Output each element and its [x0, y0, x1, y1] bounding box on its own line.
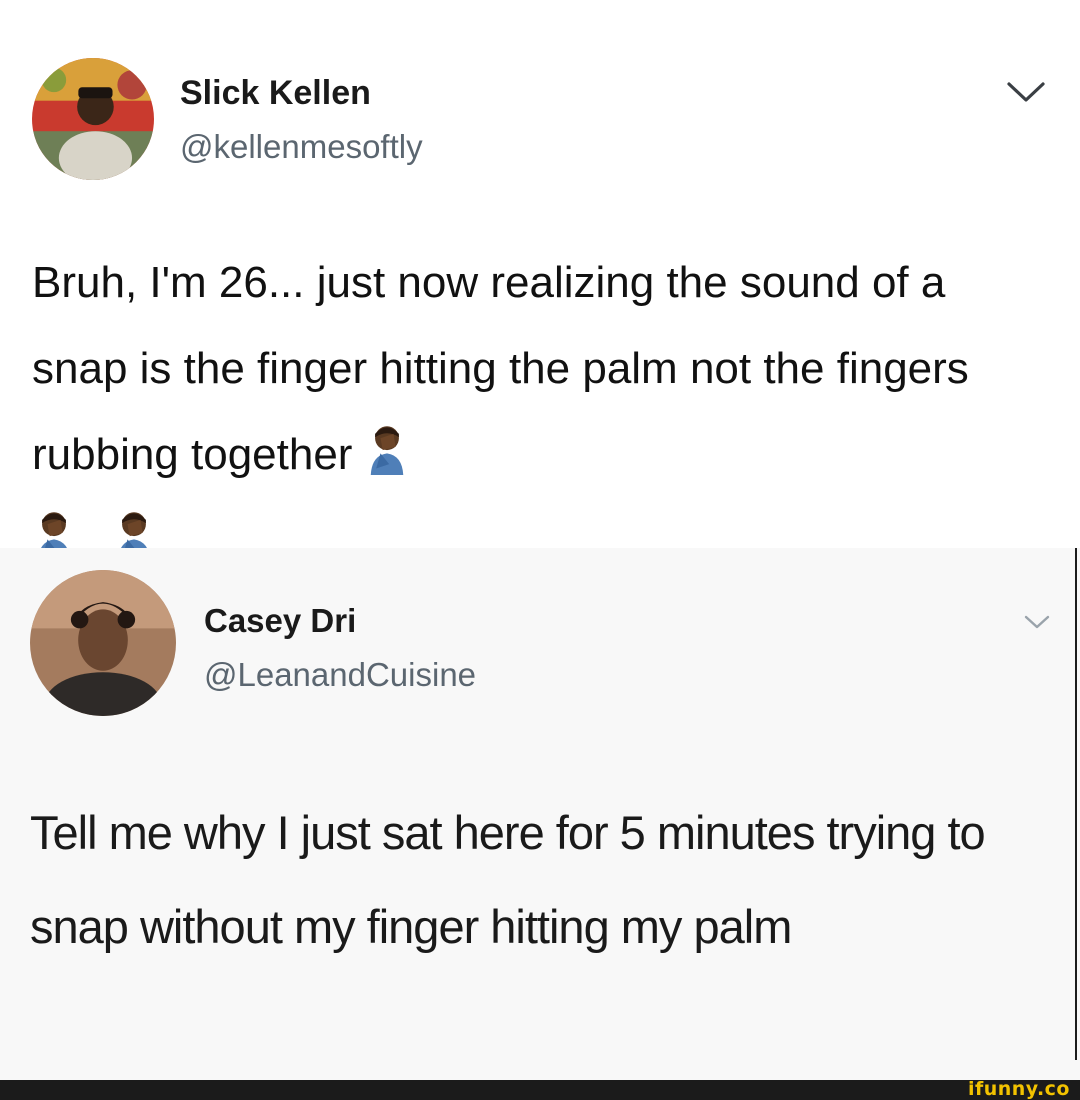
- avatar[interactable]: [32, 58, 154, 180]
- handle[interactable]: @kellenmesoftly: [180, 128, 423, 166]
- footer-bar: [0, 1080, 1080, 1100]
- tweet-text-content: Bruh, I'm 26... just now realizing the s…: [32, 258, 969, 479]
- profile-photo: [30, 570, 176, 716]
- display-name[interactable]: Casey Dri: [204, 602, 356, 640]
- tweet-2: Casey Dri @LeanandCuisine Tell me why I …: [0, 548, 1080, 1080]
- tweet-1: Slick Kellen @kellenmesoftly Bruh, I'm 2…: [0, 0, 1080, 561]
- frame-edge: [1075, 548, 1077, 1060]
- handle[interactable]: @LeanandCuisine: [204, 656, 476, 694]
- avatar[interactable]: [30, 570, 176, 716]
- chevron-down-icon[interactable]: [1006, 80, 1046, 104]
- facepalm-icon: [365, 423, 409, 475]
- profile-photo: [32, 58, 154, 180]
- chevron-down-icon[interactable]: [1024, 614, 1050, 630]
- tweet-text: Bruh, I'm 26... just now realizing the s…: [32, 240, 1042, 584]
- tweet-text-content: Tell me why I just sat here for 5 minute…: [30, 806, 986, 953]
- tweet-text: Tell me why I just sat here for 5 minute…: [30, 786, 990, 974]
- watermark: ifunny.co: [967, 1078, 1070, 1100]
- display-name[interactable]: Slick Kellen: [180, 74, 371, 113]
